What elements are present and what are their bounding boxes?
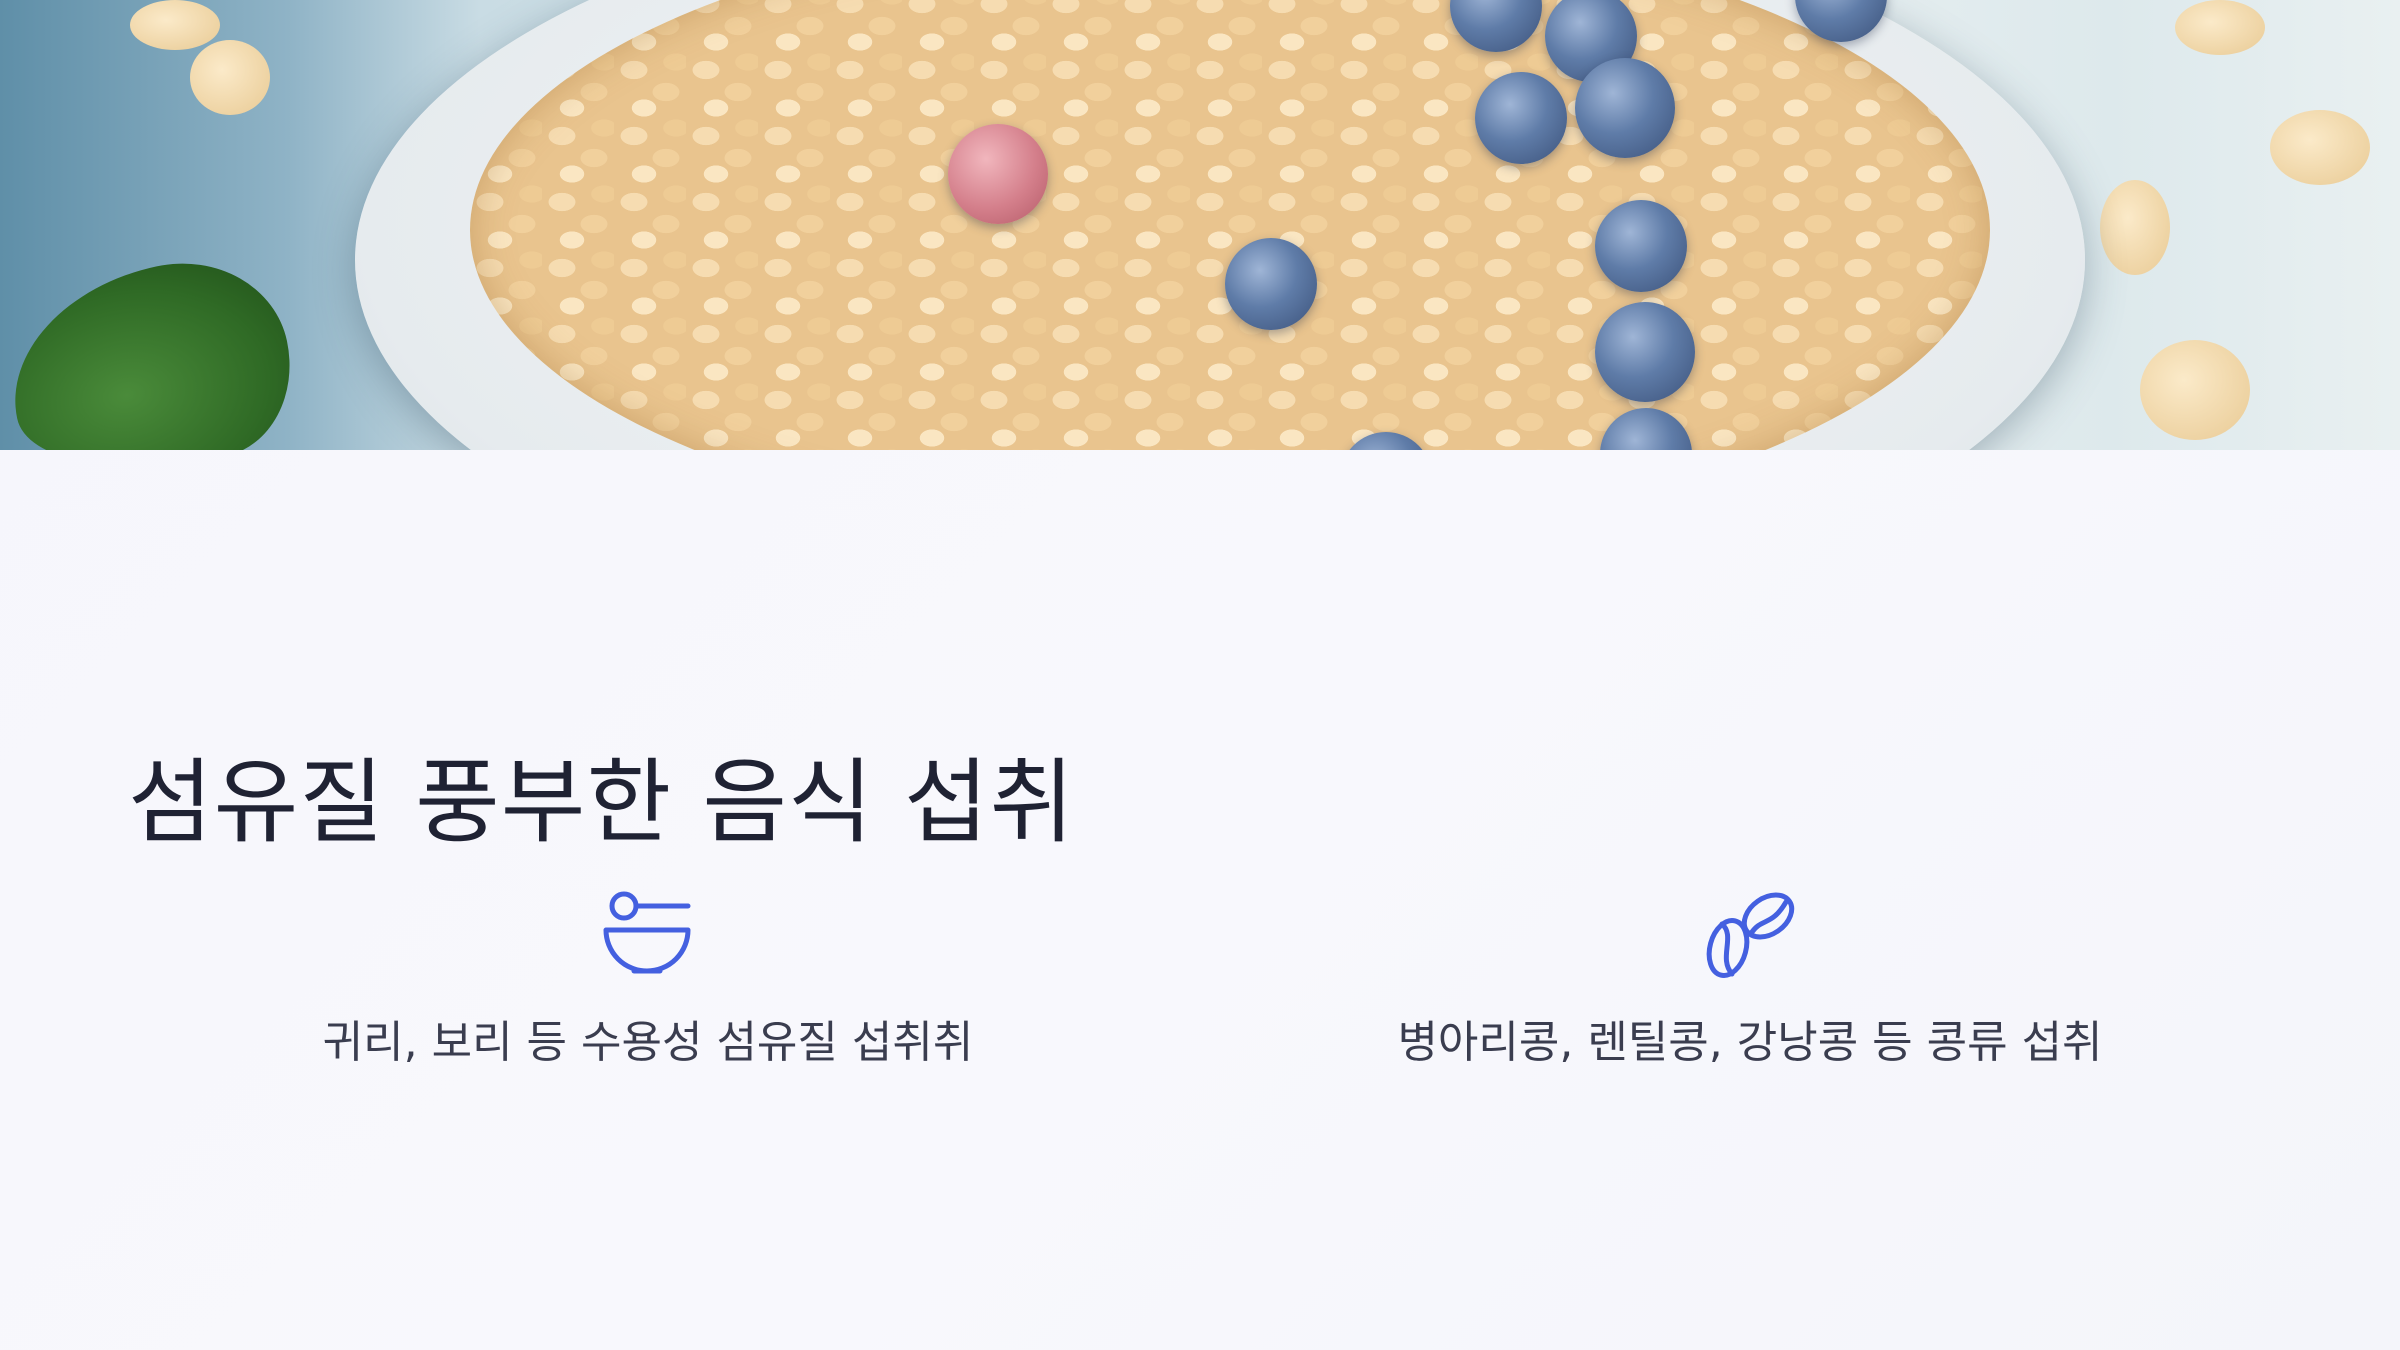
blueberry bbox=[1595, 200, 1687, 292]
blueberry bbox=[1575, 58, 1675, 158]
item-soluble-fiber: 귀리, 보리 등 수용성 섬유질 섭취취 bbox=[198, 888, 1098, 1070]
bowl-icon bbox=[603, 891, 691, 974]
blueberry bbox=[1225, 238, 1317, 330]
oat-flake bbox=[2140, 340, 2250, 440]
berry-pink bbox=[948, 124, 1048, 224]
blueberry bbox=[1475, 72, 1567, 164]
oat-flake bbox=[2270, 110, 2370, 185]
item-label: 병아리콩, 렌틸콩, 강낭콩 등 콩류 섭취 bbox=[1397, 1017, 2103, 1068]
slide: 섬유질 풍부한 음식 섭취 귀리, 보리 등 수용성 섬유질 섭취취 병아리콩,… bbox=[0, 0, 2400, 1350]
oat-flake bbox=[130, 0, 220, 50]
oat-flake bbox=[190, 40, 270, 115]
item-legumes: 병아리콩, 렌틸콩, 강낭콩 등 콩류 섭취 bbox=[1300, 888, 2200, 1070]
blueberry bbox=[1595, 302, 1695, 402]
slide-title: 섬유질 풍부한 음식 섭취 bbox=[128, 749, 1076, 856]
leaf-decoration bbox=[0, 243, 308, 450]
oats bbox=[470, 0, 1990, 450]
oat-flake bbox=[2175, 0, 2265, 55]
beans-icon bbox=[1706, 892, 1795, 978]
item-label: 귀리, 보리 등 수용성 섬유질 섭취취 bbox=[322, 1017, 974, 1068]
oat-flake bbox=[2100, 180, 2170, 275]
hero-image bbox=[0, 0, 2400, 450]
